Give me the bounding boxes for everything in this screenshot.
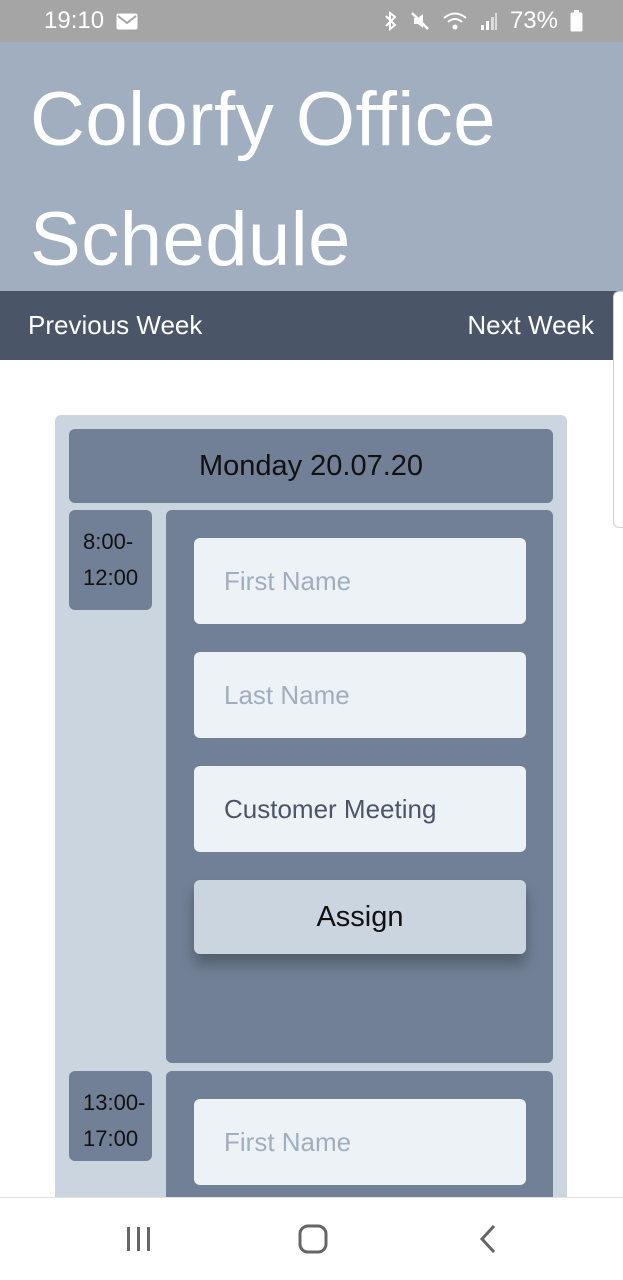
time-start: 8:00-: [83, 529, 134, 554]
back-icon[interactable]: [470, 1218, 504, 1260]
time-end: 17:00: [83, 1126, 139, 1151]
title-line-2: Schedule: [30, 197, 351, 282]
last-name-field[interactable]: Last Name: [194, 652, 526, 738]
next-week-link[interactable]: Next Week: [467, 310, 594, 341]
week-nav: Previous Week Next Week: [0, 291, 623, 360]
battery-icon: [570, 10, 583, 32]
page-title: Colorfy Office Schedule: [30, 60, 593, 300]
mail-icon: [116, 13, 138, 30]
system-nav-bar: [0, 1197, 623, 1280]
first-name-field[interactable]: First Name: [194, 1099, 526, 1185]
recent-apps-icon[interactable]: [122, 1218, 156, 1260]
app-header: Colorfy Office Schedule: [0, 42, 623, 291]
home-icon[interactable]: [292, 1218, 334, 1260]
assign-button[interactable]: Assign: [194, 880, 526, 954]
status-right: 73%: [384, 7, 583, 35]
previous-week-link[interactable]: Previous Week: [28, 310, 202, 341]
status-time: 19:10: [44, 7, 105, 34]
title-line-1: Colorfy Office: [30, 77, 496, 162]
slot-panel: First Name Last Name Customer Meeting As…: [166, 510, 553, 1063]
mute-icon: [410, 11, 430, 31]
bluetooth-icon: [384, 11, 398, 31]
status-left: 19:10: [44, 7, 138, 35]
time-slot-label: 13:00- 17:00: [69, 1071, 152, 1161]
day-card: Monday 20.07.20 8:00- 12:00 First Name L…: [55, 415, 567, 1215]
topic-field[interactable]: Customer Meeting: [194, 766, 526, 852]
signal-icon: [480, 11, 498, 31]
slot-panel: First Name: [166, 1071, 553, 1215]
time-end: 12:00: [83, 565, 139, 590]
battery-percent: 73%: [509, 7, 558, 34]
status-bar: 19:10 73%: [0, 0, 623, 42]
day-header: Monday 20.07.20: [69, 429, 553, 503]
app-screen: 19:10 73% Colorfy Office Schedule Previo…: [0, 0, 623, 1280]
time-start: 13:00-: [83, 1090, 146, 1115]
wifi-icon: [442, 11, 468, 31]
first-name-field[interactable]: First Name: [194, 538, 526, 624]
time-slot-label: 8:00- 12:00: [69, 510, 152, 610]
edge-panel-handle[interactable]: [613, 291, 623, 528]
